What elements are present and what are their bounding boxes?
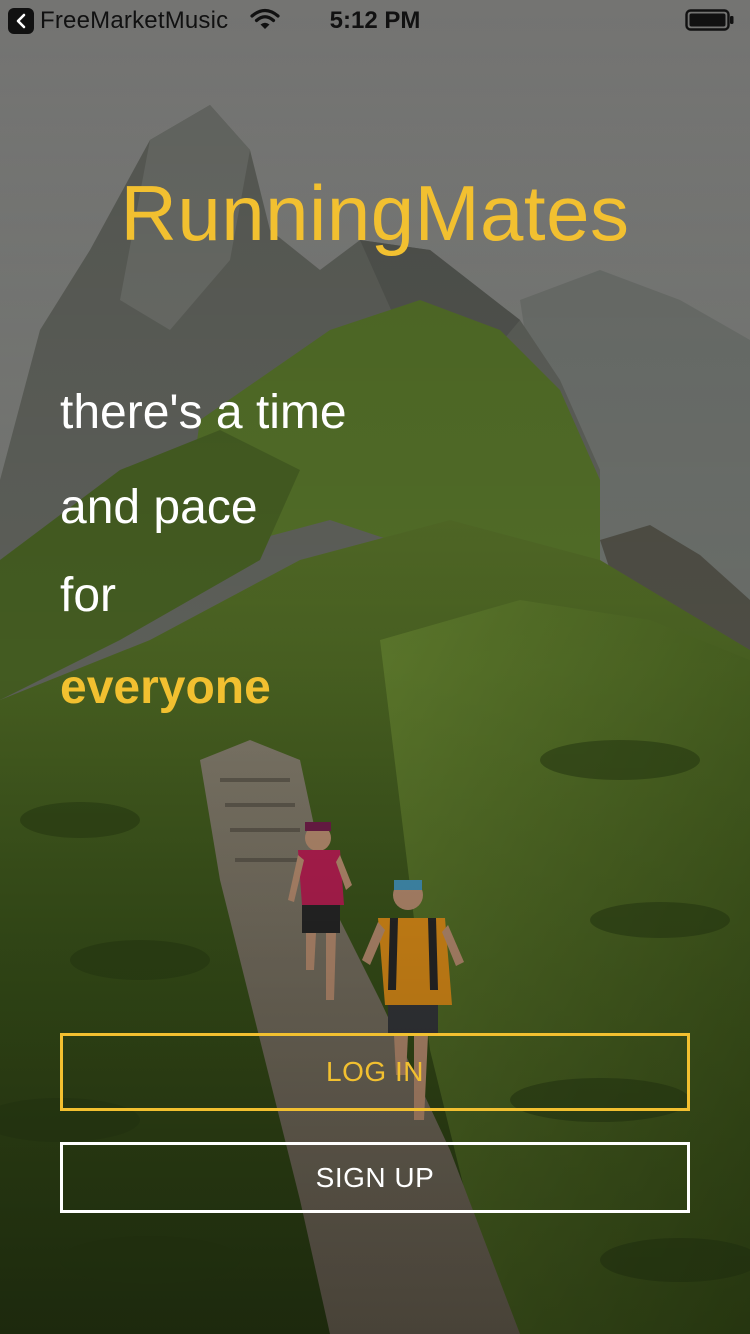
tagline-line-3: for	[60, 569, 117, 622]
battery-icon	[685, 9, 735, 31]
signup-button[interactable]: SIGN UP	[60, 1142, 690, 1213]
tagline-line-1: there's a time	[60, 386, 347, 439]
tagline-line-2: and pace	[60, 481, 258, 534]
status-time: 5:12 PM	[329, 7, 421, 34]
login-button[interactable]: LOG IN	[60, 1033, 690, 1111]
tagline-highlight: everyone	[60, 661, 271, 714]
status-bar: FreeMarketMusic 5:12 PM	[0, 0, 750, 40]
app-title: RunningMates	[120, 169, 630, 257]
